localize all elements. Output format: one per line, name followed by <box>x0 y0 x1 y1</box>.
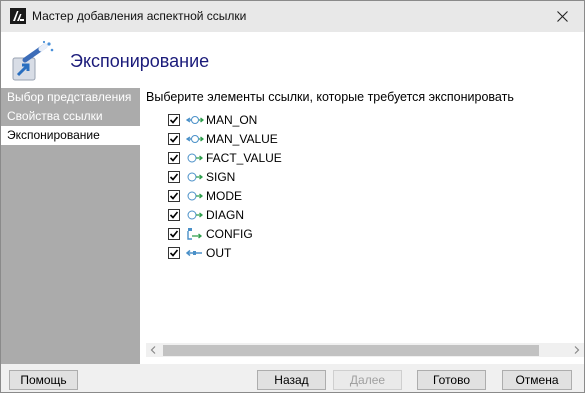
checkmark-icon <box>169 229 179 238</box>
list-item: DIAGN <box>168 205 244 224</box>
list-item-checkbox[interactable] <box>168 132 180 145</box>
list-item-checkbox[interactable] <box>168 113 180 126</box>
config-connector-icon <box>187 227 203 240</box>
close-icon <box>556 11 568 22</box>
main-panel: Выберите элементы ссылки, которые требуе… <box>140 88 584 364</box>
bidirectional-connector-icon <box>186 134 204 143</box>
window-title: Мастер добавления аспектной ссылки <box>32 9 247 23</box>
list-item: OUT <box>168 243 231 262</box>
checkmark-icon <box>169 191 179 200</box>
wizard-steps-sidebar: Выбор представления Свойства ссылки Эксп… <box>1 88 140 364</box>
wizard-header: Экспонирование <box>1 32 584 88</box>
list-item-label: SIGN <box>206 169 236 184</box>
list-item: MODE <box>168 186 242 205</box>
checkmark-icon <box>169 172 179 181</box>
finish-button[interactable]: Готово <box>417 370 486 390</box>
input-connector-icon <box>187 153 204 162</box>
scroll-left-button[interactable] <box>146 343 160 357</box>
cancel-button[interactable]: Отмена <box>502 370 572 390</box>
dialog-footer: Помощь Назад Далее Готово Отмена <box>1 364 584 392</box>
wizard-wand-icon <box>12 40 54 81</box>
scroll-thumb[interactable] <box>163 345 539 356</box>
list-item-label: MAN_ON <box>206 112 258 127</box>
back-button[interactable]: Назад <box>257 370 326 390</box>
list-item-checkbox[interactable] <box>168 170 180 183</box>
chevron-right-icon <box>574 346 580 354</box>
title-bar[interactable]: Мастер добавления аспектной ссылки <box>1 1 584 32</box>
bidirectional-connector-icon <box>186 115 204 124</box>
sidebar-item-link-properties[interactable]: Свойства ссылки <box>1 107 140 126</box>
input-connector-icon <box>187 172 204 181</box>
checkmark-icon <box>169 134 179 143</box>
list-item: FACT_VALUE <box>168 148 282 167</box>
output-connector-icon <box>186 249 202 256</box>
input-connector-icon <box>187 210 204 219</box>
list-item-label: CONFIG <box>206 226 253 241</box>
scroll-right-button[interactable] <box>570 343 584 357</box>
sidebar-item-view-selection[interactable]: Выбор представления <box>1 88 140 107</box>
horizontal-scrollbar[interactable] <box>146 343 584 357</box>
checkmark-icon <box>169 248 179 257</box>
list-item: SIGN <box>168 167 235 186</box>
input-connector-icon <box>187 191 204 200</box>
list-item: MAN_VALUE <box>168 129 278 148</box>
list-item-checkbox[interactable] <box>168 246 180 259</box>
list-item: CONFIG <box>168 224 253 243</box>
sidebar-item-exposure[interactable]: Экспонирование <box>1 126 140 145</box>
checkmark-icon <box>169 210 179 219</box>
list-item-checkbox[interactable] <box>168 208 180 221</box>
list-item-checkbox[interactable] <box>168 227 180 240</box>
list-item-label: FACT_VALUE <box>206 150 282 165</box>
instruction-text: Выберите элементы ссылки, которые требуе… <box>146 90 514 104</box>
list-item-label: MAN_VALUE <box>206 131 278 146</box>
wizard-dialog: Мастер добавления аспектной ссылки Экспо… <box>0 0 585 393</box>
list-item-label: MODE <box>206 188 242 203</box>
checkmark-icon <box>169 115 179 124</box>
app-logo-icon <box>10 8 26 24</box>
list-item-checkbox[interactable] <box>168 151 180 164</box>
list-item-checkbox[interactable] <box>168 189 180 202</box>
list-item-label: OUT <box>206 245 232 260</box>
checkmark-icon <box>169 153 179 162</box>
close-button[interactable] <box>540 1 584 32</box>
list-item: MAN_ON <box>168 110 257 129</box>
page-title: Экспонирование <box>70 51 210 71</box>
list-item-label: DIAGN <box>206 207 245 222</box>
help-button[interactable]: Помощь <box>9 370 78 390</box>
next-button[interactable]: Далее <box>333 370 402 390</box>
chevron-left-icon <box>150 346 156 354</box>
